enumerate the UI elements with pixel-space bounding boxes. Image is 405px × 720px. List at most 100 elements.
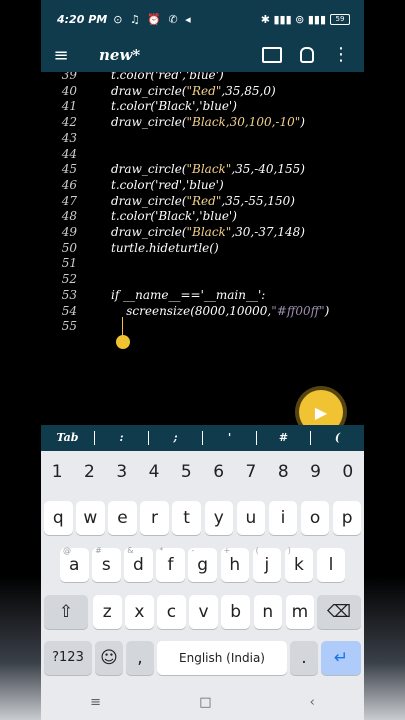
letter-key[interactable]: x — [125, 595, 154, 629]
code-text: draw_circle("Black",30,-37,148) — [111, 225, 305, 239]
key-hint: @ — [63, 546, 71, 555]
key-hint: ( — [255, 546, 259, 555]
line-number: 53 — [61, 287, 77, 302]
code-token: t.color('Black','blue') — [111, 209, 237, 224]
letter-key[interactable]: r — [140, 501, 169, 535]
code-line: 55 — [41, 319, 364, 335]
line-number: 52 — [61, 272, 77, 287]
play-icon: ▶ — [314, 402, 328, 422]
line-number: 40 — [61, 83, 77, 98]
period-key[interactable]: . — [290, 641, 318, 675]
letter-key[interactable]: q — [44, 501, 73, 535]
cursor-line — [122, 317, 123, 337]
symbol-key[interactable]: Tab — [41, 431, 95, 445]
letter-key[interactable]: u — [236, 501, 266, 535]
letter-key[interactable]: w — [76, 501, 105, 535]
space-key[interactable]: English (India) — [157, 641, 287, 675]
code-token: screensize(8000,10000, — [111, 303, 272, 318]
letter-key[interactable]: v — [189, 595, 218, 629]
symbol-key[interactable]: # — [257, 431, 311, 445]
letter-key[interactable]: l — [316, 548, 346, 582]
number-key[interactable]: 2 — [73, 457, 105, 487]
home-icon[interactable]: □ — [199, 695, 211, 710]
letter-key[interactable]: t — [172, 501, 201, 535]
backspace-key[interactable]: ⌫ — [317, 595, 361, 629]
folder-icon[interactable] — [262, 47, 282, 63]
lightbulb-icon[interactable] — [300, 47, 314, 63]
code-token: draw_circle( — [111, 162, 187, 177]
code-line: 54 screensize(8000,10000,"#ff00ff") — [41, 304, 364, 320]
key-hint: + — [223, 546, 231, 555]
symbol-key[interactable]: : — [95, 431, 149, 445]
code-token: "#ff00ff" — [271, 303, 325, 318]
enter-key[interactable]: ↵ — [321, 641, 361, 675]
status-bar: 4:20 PM ⊙ ♫ ⏰ ✆ ◂ ✱ ▮▮▮ ⊚ ▮▮▮ 59 — [41, 0, 364, 38]
line-number: 50 — [61, 240, 77, 255]
letter-key[interactable]: e — [108, 501, 137, 535]
line-number: 42 — [61, 115, 77, 130]
number-key[interactable]: 1 — [41, 457, 73, 487]
code-line: 39 t.color('red','blue') — [41, 72, 364, 84]
code-editor[interactable]: 55 54 screensize(8000,10000,"#ff00ff") 53 i… — [41, 72, 364, 425]
shift-key[interactable]: ⇧ — [44, 595, 88, 629]
code-line: 51 — [41, 256, 364, 272]
letter-key[interactable]: m — [285, 595, 315, 629]
menu-icon[interactable]: ≡ — [41, 45, 81, 66]
comma-key[interactable]: , — [126, 641, 154, 675]
cursor-handle[interactable] — [116, 335, 130, 349]
emoji-key[interactable]: ☺ — [95, 641, 123, 675]
back-icon[interactable]: ‹ — [310, 695, 315, 710]
code-token: "Black,30,100,-10" — [186, 115, 301, 130]
code-line: 41 t.color('Black','blue') — [41, 99, 364, 115]
phone-screen: 4:20 PM ⊙ ♫ ⏰ ✆ ◂ ✱ ▮▮▮ ⊚ ▮▮▮ 59 ≡ new* … — [41, 0, 364, 720]
number-key[interactable]: 7 — [235, 457, 267, 487]
key-hint: ) — [287, 546, 291, 555]
line-number: 39 — [61, 72, 77, 82]
symbols-key[interactable]: ?123 — [44, 641, 92, 675]
code-line: 50 turtle.hideturtle() — [41, 241, 364, 257]
letter-key[interactable]: n — [253, 595, 282, 629]
more-options-icon[interactable]: ⋮ — [332, 46, 350, 64]
letter-key[interactable]: p — [332, 501, 362, 535]
code-line: 53 if __name__=='__main__': — [41, 288, 364, 304]
number-key[interactable]: 4 — [138, 457, 170, 487]
letter-key[interactable]: c — [157, 595, 186, 629]
number-key[interactable]: 6 — [202, 457, 234, 487]
line-number: 43 — [61, 130, 77, 145]
code-token: ,35,85,0) — [221, 83, 276, 98]
recents-icon[interactable]: ≡ — [90, 695, 101, 710]
code-text: t.color('red','blue') — [111, 178, 224, 192]
letter-key[interactable]: i — [268, 501, 298, 535]
number-key[interactable]: 9 — [299, 457, 331, 487]
code-line: 45 draw_circle("Black",35,-40,155) — [41, 162, 364, 178]
code-text: if __name__=='__main__': — [111, 288, 265, 302]
code-text: draw_circle("Black,30,100,-10") — [111, 115, 305, 129]
run-button[interactable]: ▶ — [299, 390, 343, 425]
letter-key[interactable]: o — [300, 501, 330, 535]
code-token: "Black" — [186, 225, 232, 239]
symbol-key[interactable]: ; — [149, 431, 203, 445]
number-key[interactable]: 8 — [267, 457, 299, 487]
code-text: screensize(8000,10000,"#ff00ff") — [111, 304, 329, 318]
appbar-actions: ⋮ — [262, 46, 350, 64]
line-number: 55 — [61, 319, 77, 334]
letter-key[interactable]: b — [221, 595, 250, 629]
letter-key[interactable]: y — [204, 501, 233, 535]
letter-key[interactable]: z — [93, 595, 122, 629]
code-line: 52 — [41, 272, 364, 288]
symbol-key[interactable]: ( — [311, 431, 364, 445]
key-hint: - — [191, 546, 195, 555]
key-hint: * — [159, 546, 164, 555]
status-time: 4:20 PM — [57, 12, 108, 26]
symbol-key[interactable]: ' — [203, 431, 257, 445]
number-key[interactable]: 5 — [170, 457, 202, 487]
line-number: 54 — [61, 303, 77, 318]
line-number: 51 — [61, 256, 77, 271]
line-number: 47 — [61, 193, 77, 208]
code-token: ,30,-37,148) — [231, 225, 305, 239]
number-key[interactable]: 0 — [332, 457, 364, 487]
code-text: t.color('Black','blue') — [111, 209, 237, 223]
code-token: if __name__=='__main__': — [111, 287, 266, 302]
line-number: 49 — [61, 225, 77, 239]
number-key[interactable]: 3 — [106, 457, 138, 487]
